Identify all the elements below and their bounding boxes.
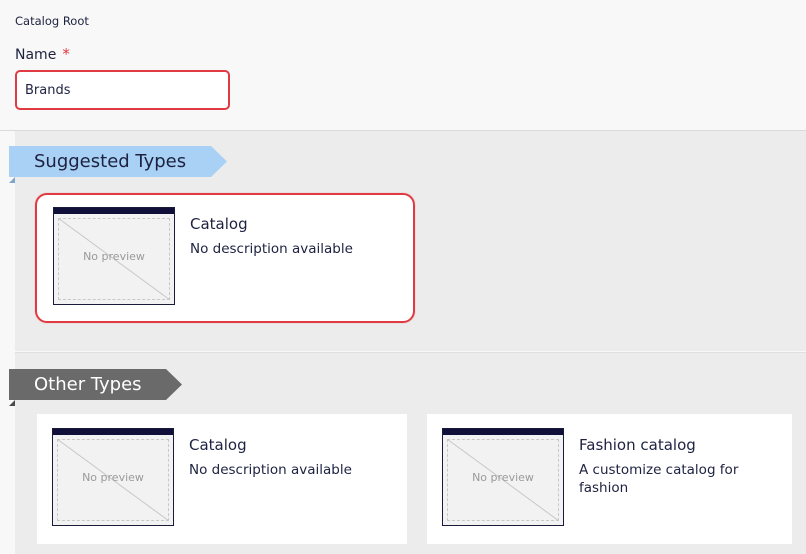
type-card-catalog[interactable]: No preview Catalog No description availa… — [37, 414, 407, 544]
suggested-types-heading: Suggested Types — [9, 146, 227, 177]
breadcrumb[interactable]: Catalog Root — [15, 14, 89, 28]
card-title: Fashion catalog — [579, 436, 696, 454]
preview-bar — [53, 429, 173, 435]
name-label: Name * — [15, 45, 70, 63]
preview-bar — [54, 208, 174, 214]
other-types-section: Other Types No preview Catalog No descri… — [9, 352, 806, 554]
required-asterisk-icon: * — [62, 45, 70, 63]
card-title: Catalog — [189, 436, 247, 454]
card-description: No description available — [189, 462, 352, 478]
other-types-heading: Other Types — [9, 369, 182, 400]
preview-bar — [443, 429, 563, 435]
preview-text: No preview — [82, 471, 144, 484]
type-card-fashion-catalog[interactable]: No preview Fashion catalog A customize c… — [427, 414, 792, 544]
ribbon-fold — [9, 177, 15, 183]
form-header: Catalog Root Name * — [0, 0, 806, 131]
preview-text: No preview — [83, 250, 145, 263]
card-description: No description available — [190, 241, 353, 257]
preview-thumbnail: No preview — [52, 428, 174, 526]
name-label-text: Name — [15, 47, 57, 63]
left-strip — [0, 131, 15, 553]
type-card-catalog-suggested[interactable]: No preview Catalog No description availa… — [35, 193, 415, 323]
name-input[interactable] — [15, 70, 230, 110]
preview-thumbnail: No preview — [53, 207, 175, 305]
suggested-types-section: Suggested Types No preview Catalog No de… — [9, 131, 806, 351]
card-title: Catalog — [190, 215, 248, 233]
ribbon-fold — [9, 400, 15, 406]
preview-thumbnail: No preview — [442, 428, 564, 526]
preview-text: No preview — [472, 471, 534, 484]
card-description: A customize catalog for fashion — [579, 462, 739, 496]
